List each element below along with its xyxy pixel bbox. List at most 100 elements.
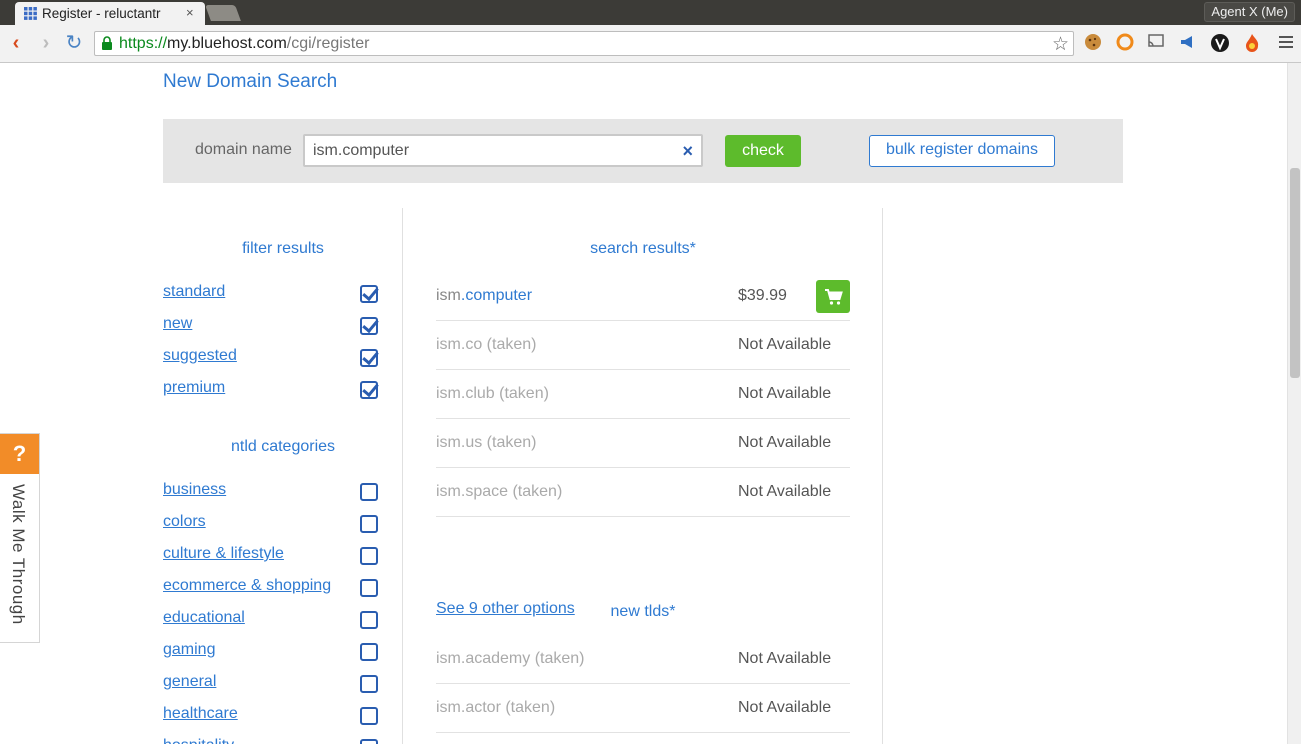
checkbox-checked[interactable] [360,285,378,303]
checkbox-unchecked[interactable] [360,611,378,629]
result-domain[interactable]: ism.computer [436,287,532,305]
ntld-label[interactable]: hospitality [163,737,234,744]
add-to-cart-button[interactable] [816,280,850,313]
checkbox-unchecked[interactable] [360,739,378,744]
page-title: New Domain Search [163,71,338,92]
filter-results-heading: filter results [242,240,324,257]
ntld-label[interactable]: culture & lifestyle [163,545,284,563]
result-row: ism.club (taken) Not Available [436,370,850,419]
result-row: ism.co (taken) Not Available [436,321,850,370]
result-domain: ism.us (taken) [436,434,537,451]
result-status: Not Available [738,434,832,451]
ntld-label[interactable]: general [163,673,216,691]
checkbox-checked[interactable] [360,349,378,367]
result-domain: ism.club (taken) [436,385,549,402]
result-status: Not Available [738,650,832,667]
ntld-item-ecommerce-shopping[interactable]: ecommerce & shopping [163,577,383,599]
chrome-menu-icon[interactable] [1279,33,1293,51]
result-domain: ism.academy (taken) [436,650,585,667]
ntld-label[interactable]: business [163,481,226,499]
ntld-label[interactable]: gaming [163,641,215,659]
result-domain: ism.space (taken) [436,483,563,500]
ntld-label[interactable]: educational [163,609,245,627]
domain-search-input[interactable]: ism.computer × [303,134,703,167]
search-results-heading: search results* [590,240,696,257]
filter-column: filter results standard new suggested pr… [163,208,403,744]
cart-icon [825,289,843,305]
checkbox-unchecked[interactable] [360,643,378,661]
ntld-item-healthcare[interactable]: healthcare [163,705,383,727]
browser-tabstrip: Register - reluctantr × Agent X (Me) [0,0,1301,25]
url-text: https://my.bluehost.com/cgi/register [119,35,370,52]
result-row: ism.computer $39.99 [436,272,850,321]
check-button[interactable]: check [725,135,801,167]
result-row: ism.us (taken) Not Available [436,419,850,468]
megaphone-extension-icon[interactable] [1177,33,1197,53]
bluehost-grid-icon [24,7,37,20]
clear-input-icon[interactable]: × [682,141,693,162]
filter-label[interactable]: standard [163,283,225,301]
sync-extension-icon[interactable] [1115,33,1135,53]
result-status: Not Available [738,385,832,402]
result-domain: ism.co (taken) [436,336,537,353]
checkbox-checked[interactable] [360,317,378,335]
result-status: Not Available [738,699,832,716]
result-price: $39.99 [738,287,787,304]
domain-search-bar: domain name ism.computer × check bulk re… [163,119,1123,183]
domain-input-value: ism.computer [313,142,410,159]
result-domain: ism.actor (taken) [436,699,556,716]
walk-me-through-tab[interactable]: ? Walk Me Through [0,433,40,643]
ntld-item-general[interactable]: general [163,673,383,695]
result-row: ism.actor (taken) Not Available [436,684,850,733]
page-content: New Domain Search domain name ism.comput… [0,63,1287,744]
new-tab-button[interactable] [205,5,241,21]
back-icon[interactable]: ‹ [6,33,26,53]
ntld-item-colors[interactable]: colors [163,513,383,535]
ntld-categories-heading: ntld categories [230,438,336,455]
browser-toolbar: ‹ › ↻ https://my.bluehost.com/cgi/regist… [0,25,1301,63]
bulk-register-button[interactable]: bulk register domains [869,135,1055,167]
address-bar[interactable]: https://my.bluehost.com/cgi/register ☆ [94,31,1074,56]
filter-item-new[interactable]: new [163,315,383,337]
page-scrollbar[interactable] [1287,63,1301,744]
bookmark-star-icon[interactable]: ☆ [1052,33,1069,56]
fire-extension-icon[interactable] [1242,33,1262,53]
reload-icon[interactable]: ↻ [64,33,84,53]
filter-label[interactable]: suggested [163,347,237,365]
filter-item-premium[interactable]: premium [163,379,383,401]
ntld-item-business[interactable]: business [163,481,383,503]
result-status: Not Available [738,483,832,500]
checkbox-unchecked[interactable] [360,707,378,725]
ntld-item-educational[interactable]: educational [163,609,383,631]
checkbox-unchecked[interactable] [360,579,378,597]
ntld-label[interactable]: colors [163,513,206,531]
filter-label[interactable]: premium [163,379,225,397]
checkbox-checked[interactable] [360,381,378,399]
browser-tab[interactable]: Register - reluctantr × [15,2,205,25]
ntld-item-culture-lifestyle[interactable]: culture & lifestyle [163,545,383,567]
ntld-label[interactable]: ecommerce & shopping [163,577,331,595]
checkbox-unchecked[interactable] [360,515,378,533]
ntld-item-hospitality[interactable]: hospitality [163,737,383,744]
ntld-label[interactable]: healthcare [163,705,238,723]
tab-title: Register - reluctantr [42,6,161,21]
help-question-icon[interactable]: ? [0,434,39,474]
tab-close-icon[interactable]: × [186,5,194,20]
domain-name-label: domain name [195,141,292,158]
checkbox-unchecked[interactable] [360,483,378,501]
ntld-item-gaming[interactable]: gaming [163,641,383,663]
filter-item-standard[interactable]: standard [163,283,383,305]
scrollbar-thumb[interactable] [1290,168,1300,378]
profile-button[interactable]: Agent X (Me) [1204,2,1295,22]
cookie-extension-icon[interactable] [1083,33,1103,53]
walk-me-through-label[interactable]: Walk Me Through [8,484,28,625]
result-row: ism.academy (taken) Not Available [436,635,850,684]
cast-icon[interactable] [1146,33,1166,53]
checkbox-unchecked[interactable] [360,547,378,565]
filter-item-suggested[interactable]: suggested [163,347,383,369]
filter-label[interactable]: new [163,315,192,333]
checkbox-unchecked[interactable] [360,675,378,693]
forward-icon[interactable]: › [36,33,56,53]
results-column: search results* ism.computer $39.99 ism.… [403,208,883,744]
shield-extension-icon[interactable] [1210,33,1230,53]
